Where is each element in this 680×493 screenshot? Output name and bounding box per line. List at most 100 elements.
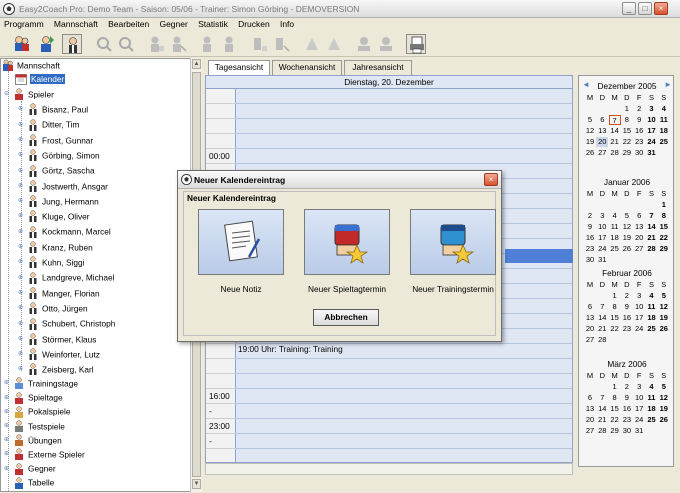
new-training-button[interactable]: [410, 209, 496, 275]
tree-node-mannschaft[interactable]: Mannschaft: [2, 59, 60, 74]
day-cell[interactable]: 26: [658, 415, 670, 425]
time-slot[interactable]: [236, 119, 572, 134]
tree-node-player[interactable]: ⊕ Jung, Hermann: [18, 195, 99, 210]
day-cell[interactable]: 4: [646, 291, 658, 301]
day-cell[interactable]: 8: [621, 115, 633, 125]
day-cell[interactable]: 11: [646, 393, 658, 403]
tree-node-player[interactable]: ⊕ Manger, Florian: [18, 287, 100, 302]
day-cell[interactable]: 24: [633, 415, 645, 425]
day-cell[interactable]: 20: [584, 415, 596, 425]
day-cell[interactable]: 18: [609, 233, 621, 243]
day-cell[interactable]: 28: [646, 244, 658, 254]
day-cell[interactable]: 12: [658, 302, 670, 312]
next-month-icon[interactable]: ►: [664, 80, 672, 89]
expand-toggle-icon[interactable]: ⊕: [18, 272, 27, 285]
day-cell[interactable]: 9: [621, 393, 633, 403]
day-cell[interactable]: 4: [646, 382, 658, 392]
day-cell[interactable]: 10: [633, 302, 645, 312]
day-cell[interactable]: 3: [633, 382, 645, 392]
day-cell[interactable]: 27: [584, 335, 596, 345]
dialog-close-button[interactable]: ×: [484, 173, 498, 186]
day-cell[interactable]: 22: [609, 415, 621, 425]
day-cell[interactable]: 28: [596, 426, 608, 436]
day-cell[interactable]: 20: [584, 324, 596, 334]
day-cell[interactable]: 23: [621, 324, 633, 334]
tree-node-testspiele[interactable]: ⊕ Testspiele: [4, 420, 65, 435]
day-cell[interactable]: 14: [596, 313, 608, 323]
time-slot[interactable]: [236, 419, 572, 434]
close-button[interactable]: ×: [654, 2, 668, 15]
day-cell[interactable]: 10: [596, 222, 608, 232]
day-cell[interactable]: 19: [621, 233, 633, 243]
tree-node-player[interactable]: ⊕ Zeisberg, Karl: [18, 363, 94, 378]
day-cell[interactable]: 24: [646, 137, 658, 147]
expand-toggle-icon[interactable]: ⊕: [4, 434, 13, 447]
day-cell[interactable]: 8: [658, 211, 670, 221]
menu-gegner[interactable]: Gegner: [155, 18, 187, 29]
toolbar-print-button[interactable]: [406, 34, 426, 54]
day-cell[interactable]: 1: [621, 104, 633, 114]
expand-toggle-icon[interactable]: ⊕: [4, 406, 13, 419]
day-cell[interactable]: 23: [633, 137, 645, 147]
day-cell[interactable]: 13: [596, 126, 608, 136]
day-cell[interactable]: 6: [584, 393, 596, 403]
day-cell[interactable]: 12: [658, 393, 670, 403]
tree-node-gegner[interactable]: ⊕ Gegner: [4, 462, 56, 477]
day-cell[interactable]: 7: [596, 302, 608, 312]
day-cell[interactable]: 3: [596, 211, 608, 221]
menu-info[interactable]: Info: [276, 18, 294, 29]
new-note-button[interactable]: [198, 209, 284, 275]
day-cell[interactable]: 8: [609, 302, 621, 312]
day-cell[interactable]: 5: [584, 115, 596, 125]
expand-toggle-icon[interactable]: ⊕: [18, 302, 27, 315]
minimize-button[interactable]: _: [622, 2, 636, 15]
day-cell[interactable]: 20: [596, 137, 609, 147]
expand-toggle-icon[interactable]: ⊕: [18, 363, 27, 376]
toolbar-remove-match-button[interactable]: [376, 34, 396, 54]
day-cell[interactable]: 14: [646, 222, 658, 232]
day-cell[interactable]: 29: [658, 244, 670, 254]
expand-toggle-icon[interactable]: ⊕: [4, 377, 13, 390]
day-cell[interactable]: 29: [621, 148, 633, 158]
toolbar-remove-exercise-button[interactable]: [324, 34, 344, 54]
tree-node-player[interactable]: ⊕ Weinforter, Lutz: [18, 348, 100, 363]
day-cell[interactable]: 3: [646, 104, 658, 114]
day-cell[interactable]: 21: [646, 233, 658, 243]
time-slot[interactable]: [236, 389, 572, 404]
day-cell[interactable]: 16: [621, 313, 633, 323]
day-cell[interactable]: 7: [608, 115, 621, 125]
calendar-event[interactable]: 19:00 Uhr: Training: Training: [236, 344, 343, 354]
day-cell[interactable]: 13: [584, 313, 596, 323]
day-cell[interactable]: 9: [633, 115, 645, 125]
day-cell[interactable]: 19: [584, 137, 596, 147]
expand-toggle-icon[interactable]: ⊕: [18, 241, 27, 254]
day-cell[interactable]: 16: [633, 126, 645, 136]
toolbar-remove-trainer-button[interactable]: [220, 34, 240, 54]
day-cell[interactable]: 2: [621, 291, 633, 301]
day-cell[interactable]: 27: [633, 244, 645, 254]
expand-toggle-icon[interactable]: ⊕: [4, 392, 13, 405]
menu-programm[interactable]: Programm: [0, 18, 44, 29]
day-cell[interactable]: 31: [646, 148, 658, 158]
menu-drucken[interactable]: Drucken: [234, 18, 270, 29]
day-cell[interactable]: 12: [621, 222, 633, 232]
time-slot[interactable]: [236, 104, 572, 119]
tree-node-player[interactable]: ⊕ Görtz, Sascha: [18, 164, 95, 179]
toolbar-team-button[interactable]: [12, 34, 32, 54]
day-cell[interactable]: 24: [596, 244, 608, 254]
toolbar-add-match-button[interactable]: [354, 34, 374, 54]
tree-node-player[interactable]: ⊕ Kluge, Oliver: [18, 210, 90, 225]
tree-node-spieltage[interactable]: ⊕ Spieltage: [4, 391, 63, 406]
day-cell[interactable]: 17: [646, 126, 658, 136]
day-cell[interactable]: 20: [633, 233, 645, 243]
tree-node-player[interactable]: ⊕ Kuhn, Siggi: [18, 256, 84, 271]
tree-node-externe-spieler[interactable]: ⊕ Externe Spieler: [4, 448, 85, 463]
time-slot[interactable]: [236, 134, 572, 149]
day-cell[interactable]: 4: [658, 104, 670, 114]
time-slot[interactable]: [236, 359, 572, 374]
expand-toggle-icon[interactable]: ⊕: [18, 333, 27, 346]
collapse-toggle-icon[interactable]: ⊖: [4, 88, 13, 101]
day-cell[interactable]: 26: [584, 148, 596, 158]
day-cell[interactable]: 31: [596, 255, 608, 265]
day-cell[interactable]: 15: [609, 404, 621, 414]
